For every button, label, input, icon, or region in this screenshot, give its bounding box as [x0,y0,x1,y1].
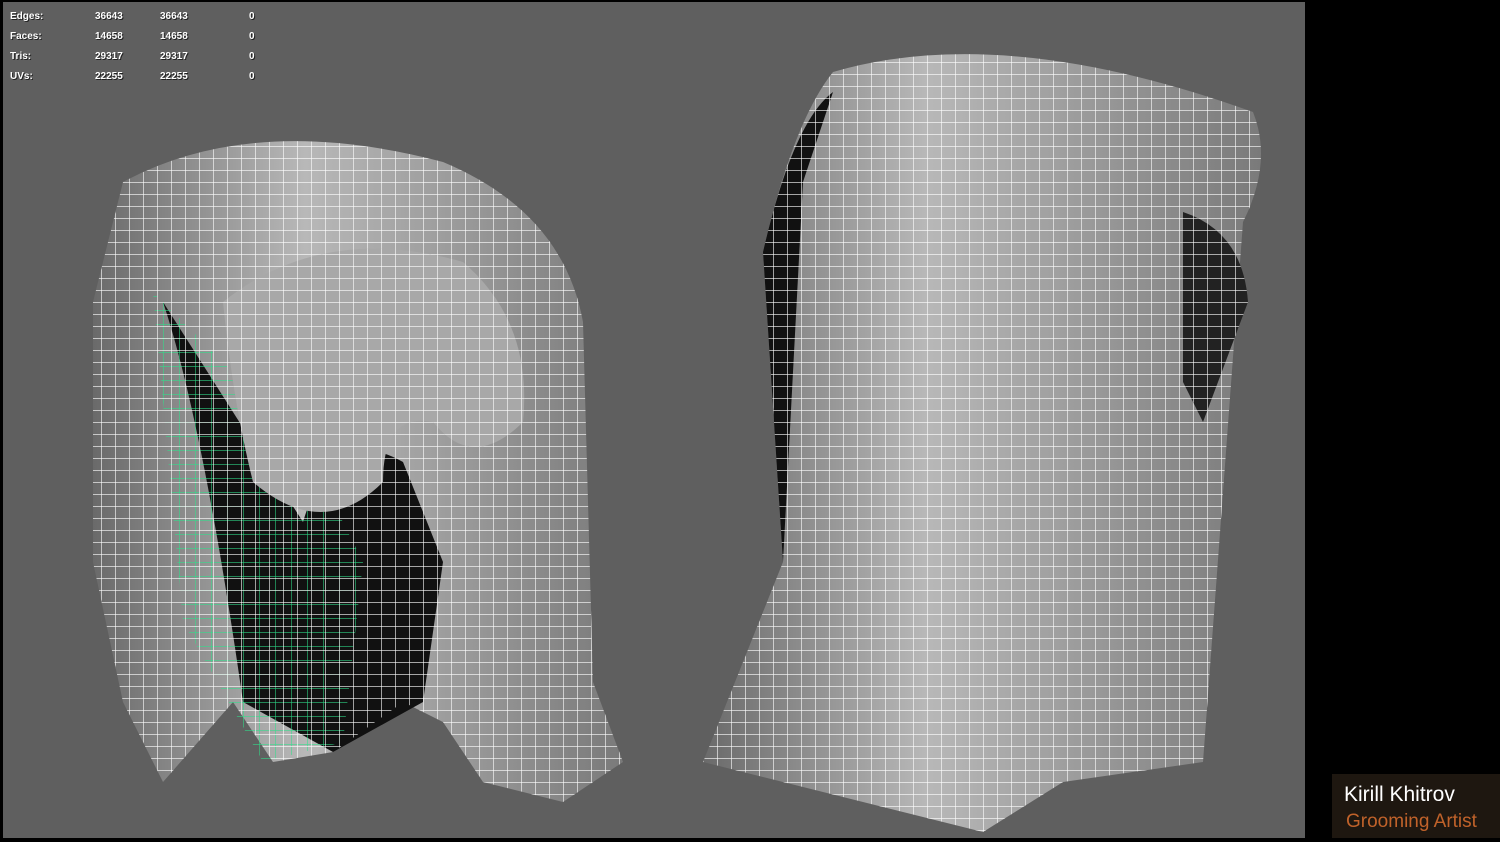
hud-value: 22255 [160,71,188,82]
3d-viewport[interactable]: Edges: 36643 36643 0 Faces: 14658 14658 … [3,2,1305,838]
hud-value: 0 [249,31,255,42]
artist-role: Grooming Artist [1346,811,1477,832]
hud-row-uvs: UVs: 22255 22255 0 [10,71,270,91]
hud-label: Faces: [10,31,42,42]
hud-value: 36643 [95,11,123,22]
hud-label: UVs: [10,71,33,82]
hud-value: 0 [249,11,255,22]
poly-count-hud: Edges: 36643 36643 0 Faces: 14658 14658 … [10,11,270,91]
hud-value: 0 [249,71,255,82]
hair-model-left-wireframe[interactable] [93,141,623,802]
artist-badge: Kirill Khitrov Grooming Artist [1332,774,1500,838]
hair-models [93,54,1261,832]
hud-row-tris: Tris: 29317 29317 0 [10,51,270,71]
hud-row-edges: Edges: 36643 36643 0 [10,11,270,31]
hud-value: 14658 [160,31,188,42]
hud-value: 22255 [95,71,123,82]
hud-row-faces: Faces: 14658 14658 0 [10,31,270,51]
artist-name: Kirill Khitrov [1344,783,1455,806]
hud-value: 29317 [160,51,188,62]
hud-value: 29317 [95,51,123,62]
hud-value: 36643 [160,11,188,22]
hud-value: 14658 [95,31,123,42]
hair-model-right-wireframe[interactable] [703,54,1261,832]
hud-label: Tris: [10,51,32,62]
hud-value: 0 [249,51,255,62]
hud-label: Edges: [10,11,44,22]
